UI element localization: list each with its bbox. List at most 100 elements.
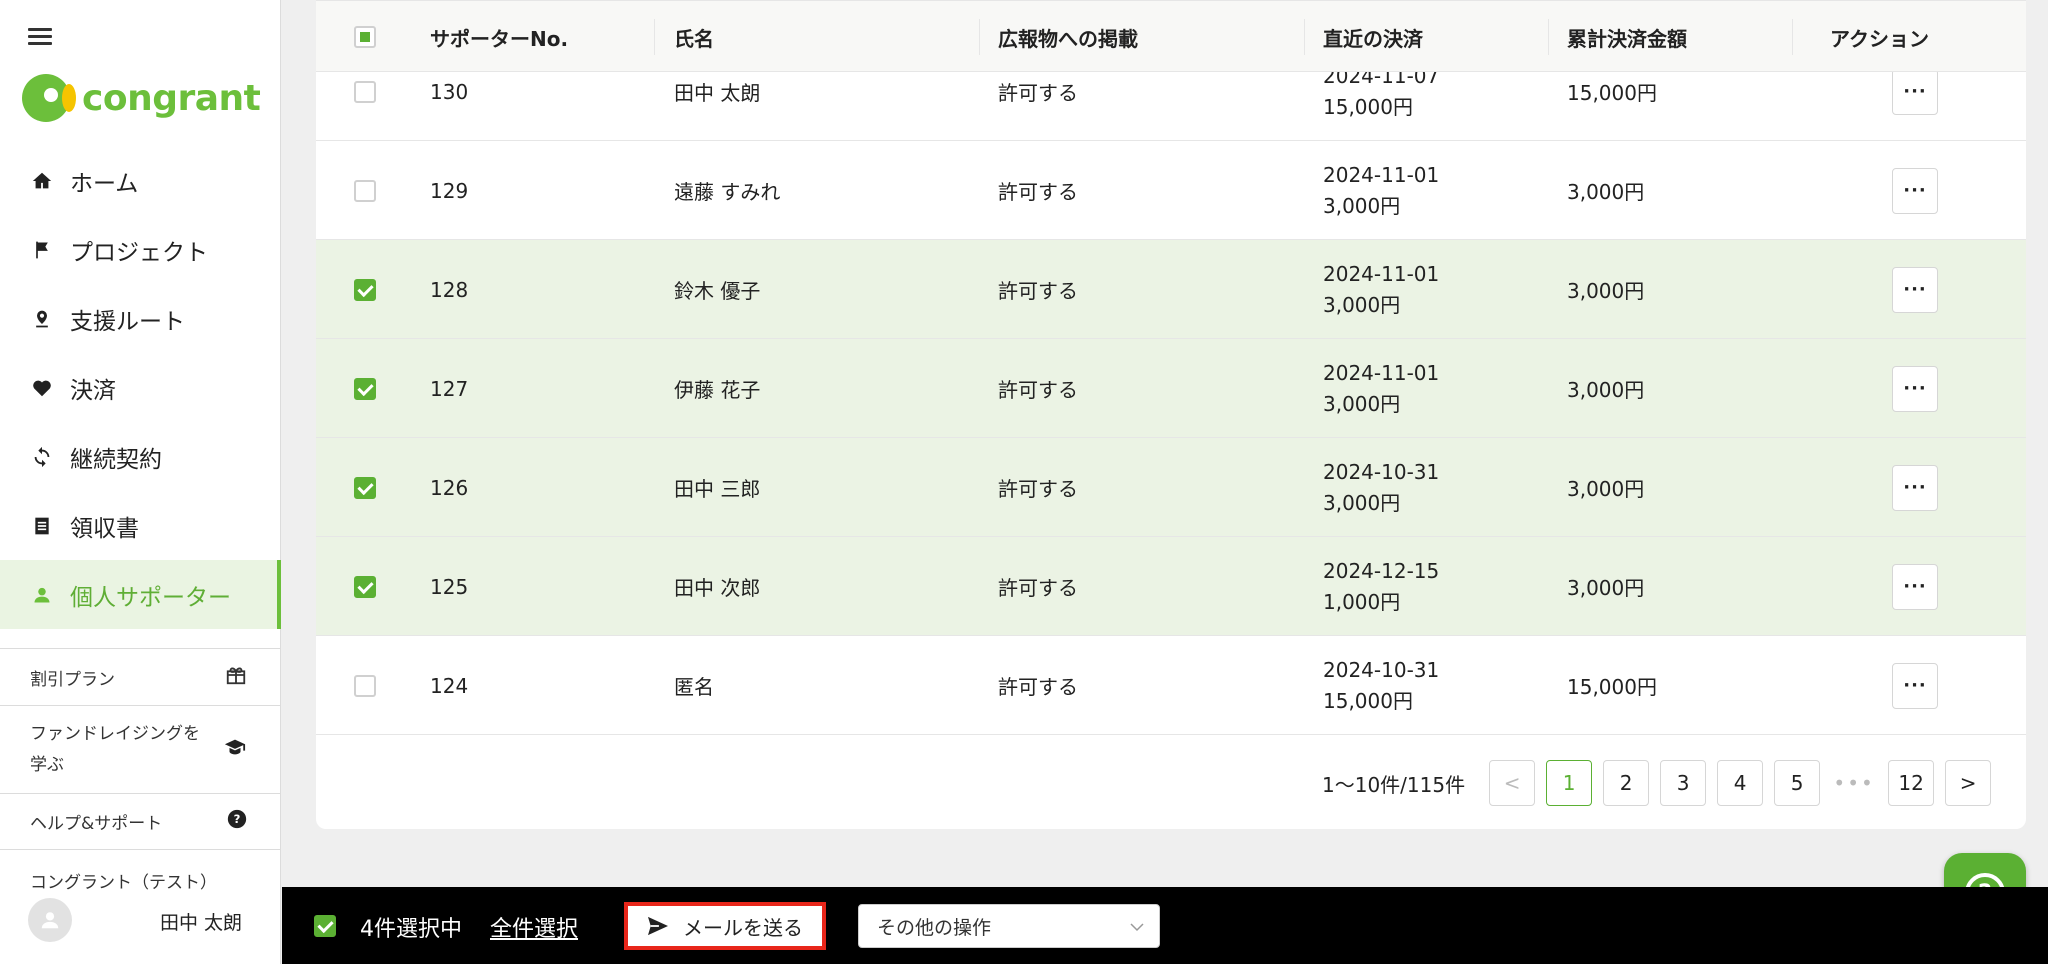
learn-line-2: 学ぶ bbox=[30, 754, 64, 775]
publish-permission: 許可する bbox=[998, 378, 1078, 402]
sidebar-item-label: 継続契約 bbox=[70, 446, 162, 473]
row-action-button[interactable]: ··· bbox=[1892, 464, 1938, 511]
row-checkbox[interactable] bbox=[354, 179, 376, 202]
supporter-name: 伊藤 花子 bbox=[674, 378, 761, 402]
sidebar-item-label: 決済 bbox=[70, 377, 116, 404]
home-icon bbox=[30, 169, 54, 193]
sidebar-item-receipts[interactable]: 領収書 bbox=[0, 491, 281, 560]
table-row[interactable]: 127 伊藤 花子 許可する 2024-11-01 3,000円 3,000円 … bbox=[316, 339, 2026, 438]
bulk-select-checkbox[interactable] bbox=[314, 915, 336, 937]
selected-count: 4件選択中 bbox=[360, 917, 462, 942]
sidebar-item-support-routes[interactable]: 支援ルート bbox=[0, 284, 281, 353]
row-checkbox[interactable] bbox=[354, 80, 376, 103]
avatar[interactable] bbox=[28, 898, 72, 942]
send-mail-label: メールを送る bbox=[683, 915, 803, 940]
latest-payment-date: 2024-10-31 bbox=[1323, 459, 1440, 484]
other-actions-label: その他の操作 bbox=[877, 916, 992, 939]
row-checkbox[interactable] bbox=[354, 476, 376, 499]
column-header-name[interactable]: 氏名 bbox=[674, 1, 714, 73]
sidebar-item-home[interactable]: ホーム bbox=[0, 146, 281, 215]
menu-icon[interactable] bbox=[28, 28, 52, 48]
pagination-page-4[interactable]: 4 bbox=[1717, 760, 1764, 806]
latest-payment: 2024-10-31 15,000円 bbox=[1323, 636, 1439, 735]
pagination-ellipsis: ••• bbox=[1833, 771, 1875, 795]
row-action-button[interactable]: ··· bbox=[1892, 68, 1938, 115]
row-action-button[interactable]: ··· bbox=[1892, 662, 1938, 709]
pagination-page-3[interactable]: 3 bbox=[1660, 760, 1707, 806]
pagination-prev-button[interactable]: < bbox=[1489, 760, 1536, 806]
pagination-page-2[interactable]: 2 bbox=[1603, 760, 1650, 806]
learn-fundraising-label: ファンドレイジングを 学ぶ bbox=[30, 719, 200, 781]
column-header-total[interactable]: 累計決済金額 bbox=[1567, 1, 1687, 73]
sidebar-item-label: 支援ルート bbox=[70, 308, 185, 335]
table-row[interactable]: 129 遠藤 すみれ 許可する 2024-11-01 3,000円 3,000円… bbox=[316, 141, 2026, 240]
row-checkbox[interactable] bbox=[354, 674, 376, 697]
send-mail-button[interactable]: メールを送る bbox=[624, 902, 826, 950]
congrant-logo[interactable]: congrant bbox=[22, 72, 261, 124]
latest-payment: 2024-10-31 3,000円 bbox=[1323, 438, 1439, 537]
sidebar-item-label: ホーム bbox=[70, 170, 139, 197]
row-action-button[interactable]: ··· bbox=[1892, 365, 1938, 412]
table-row[interactable]: 128 鈴木 優子 許可する 2024-11-01 3,000円 3,000円 … bbox=[316, 240, 2026, 339]
sidebar-discount-plan[interactable]: 割引プラン bbox=[0, 648, 281, 705]
sidebar: congrant ホーム プロジェクト 支援ルート 決済 継続契約 領収書 個人… bbox=[0, 0, 281, 964]
row-action-button[interactable]: ··· bbox=[1892, 266, 1938, 313]
latest-payment-date: 2024-10-31 bbox=[1323, 657, 1440, 682]
total-amount: 3,000円 bbox=[1567, 378, 1645, 402]
row-action-button[interactable]: ··· bbox=[1892, 563, 1938, 610]
supporter-name: 鈴木 優子 bbox=[674, 279, 761, 303]
graduation-cap-icon bbox=[223, 736, 247, 763]
latest-payment: 2024-11-01 3,000円 bbox=[1323, 141, 1439, 240]
publish-permission: 許可する bbox=[998, 180, 1078, 204]
select-all-link[interactable]: 全件選択 bbox=[490, 911, 578, 943]
column-header-action: アクション bbox=[1830, 26, 1929, 51]
select-all-checkbox[interactable] bbox=[354, 26, 376, 48]
bulk-action-bar: 4件選択中 全件選択 メールを送る その他の操作 bbox=[282, 887, 2048, 964]
sidebar-item-individual-supporters[interactable]: 個人サポーター bbox=[0, 560, 281, 629]
latest-payment-amount: 3,000円 bbox=[1323, 490, 1401, 515]
row-action-button[interactable]: ··· bbox=[1892, 167, 1938, 214]
row-checkbox[interactable] bbox=[354, 377, 376, 400]
total-amount: 3,000円 bbox=[1567, 279, 1645, 303]
sidebar-item-payments[interactable]: 決済 bbox=[0, 353, 281, 422]
latest-payment-date: 2024-11-01 bbox=[1323, 360, 1440, 385]
sidebar-item-label: 領収書 bbox=[70, 515, 139, 542]
table-row[interactable]: 124 匿名 許可する 2024-10-31 15,000円 15,000円 ·… bbox=[316, 636, 2026, 735]
sidebar-help-support[interactable]: ヘルプ&サポート ? bbox=[0, 793, 281, 850]
pagination-page-1[interactable]: 1 bbox=[1546, 760, 1593, 806]
sidebar-nav: ホーム プロジェクト 支援ルート 決済 継続契約 領収書 個人サポーター bbox=[0, 146, 281, 629]
sidebar-item-subscriptions[interactable]: 継続契約 bbox=[0, 422, 281, 491]
sidebar-learn-fundraising[interactable]: ファンドレイジングを 学ぶ bbox=[0, 705, 281, 793]
column-header-publish[interactable]: 広報物への掲載 bbox=[998, 1, 1138, 73]
logo-mark bbox=[22, 72, 78, 124]
pagination-page-5[interactable]: 5 bbox=[1774, 760, 1821, 806]
pagination-next-button[interactable]: > bbox=[1945, 760, 1992, 806]
pagination-page-last[interactable]: 12 bbox=[1888, 760, 1935, 806]
total-amount: 15,000円 bbox=[1567, 675, 1657, 699]
column-header-supporter-no[interactable]: サポーターNo. bbox=[430, 1, 568, 73]
supporter-name: 田中 三郎 bbox=[674, 477, 761, 501]
total-amount: 3,000円 bbox=[1567, 576, 1645, 600]
gift-icon bbox=[225, 664, 247, 691]
latest-payment-amount: 15,000円 bbox=[1323, 94, 1413, 119]
column-header-latest-payment[interactable]: 直近の決済 bbox=[1323, 1, 1423, 73]
latest-payment-amount: 3,000円 bbox=[1323, 391, 1401, 416]
table-row[interactable]: 126 田中 三郎 許可する 2024-10-31 3,000円 3,000円 … bbox=[316, 438, 2026, 537]
publish-permission: 許可する bbox=[998, 279, 1078, 303]
table-header: サポーターNo. 氏名 広報物への掲載 直近の決済 累計決済金額 アクション bbox=[316, 0, 2026, 72]
user-name[interactable]: 田中 太朗 bbox=[160, 908, 242, 935]
svg-text:?: ? bbox=[234, 812, 241, 826]
other-actions-select[interactable]: その他の操作 bbox=[858, 904, 1160, 948]
latest-payment-date: 2024-11-01 bbox=[1323, 261, 1440, 286]
supporter-no: 125 bbox=[430, 574, 469, 599]
row-checkbox[interactable] bbox=[354, 575, 376, 598]
receipt-icon bbox=[30, 514, 54, 538]
latest-payment-amount: 15,000円 bbox=[1323, 688, 1413, 713]
row-checkbox[interactable] bbox=[354, 278, 376, 301]
location-pin-icon bbox=[30, 307, 54, 331]
question-circle-icon: ? bbox=[227, 809, 247, 834]
sidebar-item-projects[interactable]: プロジェクト bbox=[0, 215, 281, 284]
latest-payment-amount: 3,000円 bbox=[1323, 193, 1401, 218]
table-row[interactable]: 125 田中 次郎 許可する 2024-12-15 1,000円 3,000円 … bbox=[316, 537, 2026, 636]
supporter-name: 遠藤 すみれ bbox=[674, 180, 781, 204]
